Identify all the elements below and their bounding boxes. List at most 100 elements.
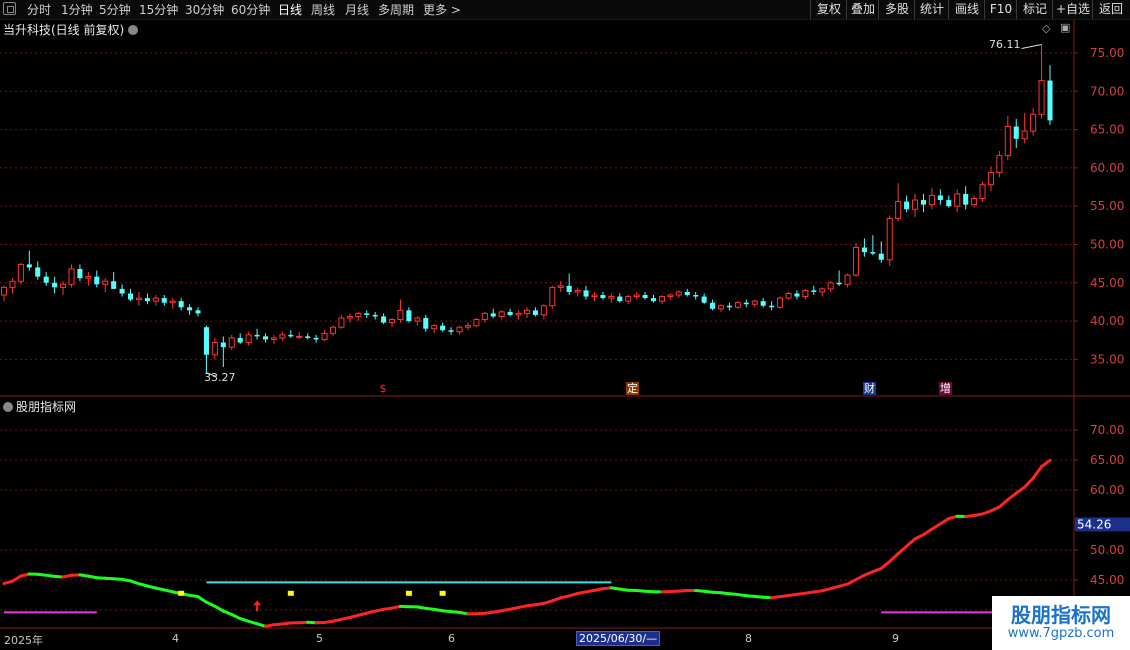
candle-body-up: [912, 199, 919, 210]
candle-body-up: [414, 317, 421, 322]
price-tick-label: 65.00: [1090, 123, 1124, 137]
indicator-current-value: 54.26: [1077, 517, 1111, 531]
candle-body-up: [971, 198, 978, 206]
candle-body-down: [35, 267, 41, 277]
candle-body-up: [17, 263, 24, 282]
candle-body-up: [9, 280, 16, 288]
candle-body-up: [135, 297, 142, 301]
candle-body-down: [617, 296, 623, 302]
candle-body-up: [819, 288, 826, 293]
candle-body-up: [827, 282, 834, 290]
price-tick-label: 35.00: [1090, 352, 1124, 366]
diamond-icon[interactable]: ◇: [1042, 22, 1050, 35]
candle-body-down: [566, 285, 572, 292]
high-pointer: [1021, 43, 1042, 49]
candle-body-up: [777, 297, 784, 308]
indicator-line-segment: [1006, 491, 1018, 502]
candle-body-down: [372, 314, 378, 317]
candle-body-down: [43, 276, 49, 283]
candle-body-up: [523, 309, 531, 314]
candle-body-up: [717, 305, 725, 310]
candle-body-up: [1030, 113, 1037, 132]
candle-body-up: [397, 309, 404, 321]
candle-body-up: [658, 296, 665, 302]
candle-body-down: [794, 293, 800, 297]
candle-body-up: [431, 325, 438, 330]
stock-title: 当升科技(日线 前复权): [3, 21, 139, 38]
event-badge-increase[interactable]: 增: [939, 382, 952, 395]
candle-body-up: [852, 247, 860, 276]
candle-body-down: [305, 336, 311, 338]
candle-body-up: [734, 302, 741, 308]
watermark: 股朋指标网 www.7gpzb.com: [992, 596, 1130, 650]
candle-body-down: [220, 342, 226, 348]
price-tick-label: 75.00: [1090, 46, 1124, 60]
candle-body-up: [608, 296, 615, 299]
candle-body-up: [389, 319, 396, 324]
kline-chart[interactable]: 75.00 70.00 65.00 60.00 55.00 50.00 45.00 40.00…: [0, 0, 1130, 650]
indicator-line-segment: [1040, 458, 1052, 469]
candle-body-up: [355, 312, 362, 317]
candle-body-up: [329, 326, 337, 334]
candle-body-up: [549, 286, 556, 307]
candle-body-up: [211, 342, 218, 356]
high-price-label: 76.11: [989, 38, 1021, 51]
candle-body-up: [844, 274, 851, 285]
candle-body-down: [684, 291, 690, 296]
chart-grid: [0, 52, 1074, 611]
candle-body-down: [583, 290, 589, 297]
signal-marker: [439, 590, 446, 596]
indicator-line-segment: [888, 552, 900, 564]
candle-body-up: [996, 155, 1003, 173]
candle-body-down: [406, 310, 412, 322]
indicator-line-segment: [1031, 465, 1044, 480]
indicator-line-segment: [1023, 476, 1035, 489]
candle-body-up: [296, 335, 303, 338]
buy-arrow: [253, 600, 262, 612]
chart-axes: 75.00 70.00 65.00 60.00 55.00 50.00 45.00 40.00…: [0, 20, 1130, 629]
event-badge-dividend[interactable]: $: [377, 382, 389, 395]
indicator-line-segment: [1014, 485, 1027, 495]
candle-body-up: [270, 337, 277, 340]
indicator-title-text: 股朋指标网: [16, 400, 77, 414]
candle-body-down: [52, 282, 58, 288]
price-tick-label: 70.00: [1090, 84, 1124, 98]
candle-body-up: [895, 201, 902, 219]
candle-body-up: [802, 289, 809, 298]
candle-body-down: [119, 288, 125, 294]
candle-body-down: [364, 313, 370, 315]
candle-body-down: [1047, 80, 1053, 121]
x-label-may: 5: [316, 632, 323, 645]
candle-body-down: [111, 281, 117, 289]
candle-body-up: [481, 312, 488, 321]
candle-body-down: [904, 201, 910, 210]
event-badge-finance[interactable]: 财: [863, 382, 876, 395]
chevron-down-icon[interactable]: [128, 24, 139, 35]
event-badge-placement[interactable]: 定: [626, 382, 639, 395]
candle-body-up: [1021, 130, 1028, 140]
candle-body-down: [195, 310, 201, 314]
candle-body-up: [785, 292, 792, 299]
candle-body-down: [237, 337, 243, 343]
candle-body-up: [574, 289, 581, 293]
candle-body-down: [878, 253, 884, 260]
candle-body-down: [760, 301, 766, 306]
candle-body-down: [920, 200, 926, 205]
candle-body-down: [26, 264, 32, 268]
candle-body-up: [1004, 126, 1011, 157]
price-tick-label: 60.00: [1090, 161, 1124, 175]
x-label-year: 2025年: [4, 634, 43, 647]
chevron-down-icon[interactable]: [3, 401, 13, 412]
price-tick-label: 55.00: [1090, 199, 1124, 213]
candle-body-up: [625, 296, 632, 302]
candle-body-up: [979, 184, 986, 200]
candle-body-up: [102, 280, 109, 285]
candle-body-down: [937, 195, 943, 201]
watermark-title: 股朋指标网: [1011, 603, 1111, 627]
candle-body-up: [60, 283, 67, 288]
candle-body-up: [515, 312, 522, 316]
indicator-title: 股朋指标网: [3, 398, 76, 415]
panel-toggle-icon[interactable]: ▣: [1060, 21, 1070, 34]
candle-body-down: [743, 302, 749, 305]
candle-body-down: [448, 330, 454, 332]
